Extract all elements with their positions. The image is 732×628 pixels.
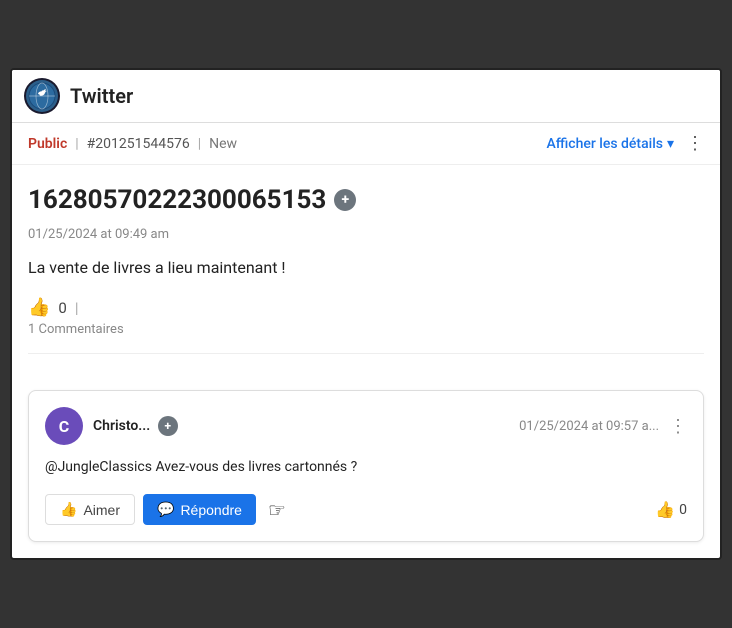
status-badge: New [209, 136, 237, 152]
main-content: 16280570222300065153 + 01/25/2024 at 09:… [12, 165, 720, 374]
aimer-label: Aimer [83, 502, 120, 518]
comment-date: 01/25/2024 at 09:57 a... [519, 419, 659, 434]
reaction-divider: | [75, 299, 79, 317]
avatar: C [45, 407, 83, 445]
comment-header: C Christo... + 01/25/2024 at 09:57 a... … [45, 407, 687, 445]
cursor-hand-icon: ☞ [268, 498, 286, 522]
comments-count: 1 Commentaires [28, 322, 704, 354]
twitter-globe-icon [24, 78, 60, 114]
aimer-button[interactable]: 👍 Aimer [45, 494, 135, 525]
comment-actions-left: 👍 Aimer 💬 Répondre ☞ [45, 494, 286, 525]
repondre-label: Répondre [180, 502, 242, 518]
chevron-down-icon: ▾ [667, 136, 674, 152]
separator-2: | [198, 136, 201, 152]
post-text: La vente de livres a lieu maintenant ! [28, 258, 704, 277]
afficher-label: Afficher les détails [546, 136, 663, 152]
subheader-right: Afficher les détails ▾ ⋮ [546, 133, 704, 154]
subheader-left: Public | #201251544576 | New [28, 136, 237, 152]
comment-more-options-icon[interactable]: ⋮ [669, 416, 687, 437]
main-window: Twitter Public | #201251544576 | New Aff… [10, 68, 722, 560]
commenter-name-text: Christo... [93, 418, 150, 434]
comment-card: C Christo... + 01/25/2024 at 09:57 a... … [28, 390, 704, 542]
ticket-id: #201251544576 [87, 136, 190, 152]
header-bar: Twitter [12, 70, 720, 123]
comment-header-left: C Christo... + [45, 407, 178, 445]
comment-header-right: 01/25/2024 at 09:57 a... ⋮ [519, 416, 687, 437]
post-id: 16280570222300065153 + [28, 185, 704, 215]
more-options-icon[interactable]: ⋮ [686, 133, 704, 154]
globe-twitter-svg [28, 82, 56, 110]
header-title: Twitter [70, 84, 133, 108]
post-date: 01/25/2024 at 09:49 am [28, 227, 704, 242]
commenter-name: Christo... + [93, 416, 178, 436]
reply-icon: 💬 [157, 501, 174, 518]
like-icon: 👍 [28, 297, 50, 318]
comment-likes-count: 0 [679, 502, 687, 518]
afficher-details-link[interactable]: Afficher les détails ▾ [546, 136, 674, 152]
visibility-badge: Public [28, 136, 67, 152]
thumbs-up-icon: 👍 [60, 501, 77, 518]
comment-likes: 👍 0 [655, 500, 687, 519]
separator-1: | [75, 136, 78, 152]
reactions-row: 👍 0 | [28, 297, 704, 318]
likes-count: 0 [58, 299, 66, 317]
subheader: Public | #201251544576 | New Afficher le… [12, 123, 720, 165]
post-id-text: 16280570222300065153 [28, 185, 326, 215]
comment-actions: 👍 Aimer 💬 Répondre ☞ 👍 0 [45, 494, 687, 525]
comment-like-icon: 👍 [655, 500, 675, 519]
comment-body: @JungleClassics Avez-vous des livres car… [45, 457, 687, 478]
post-plus-badge[interactable]: + [334, 189, 356, 211]
comment-section: C Christo... + 01/25/2024 at 09:57 a... … [12, 374, 720, 558]
repondre-button[interactable]: 💬 Répondre [143, 494, 256, 525]
commenter-plus-badge[interactable]: + [158, 416, 178, 436]
